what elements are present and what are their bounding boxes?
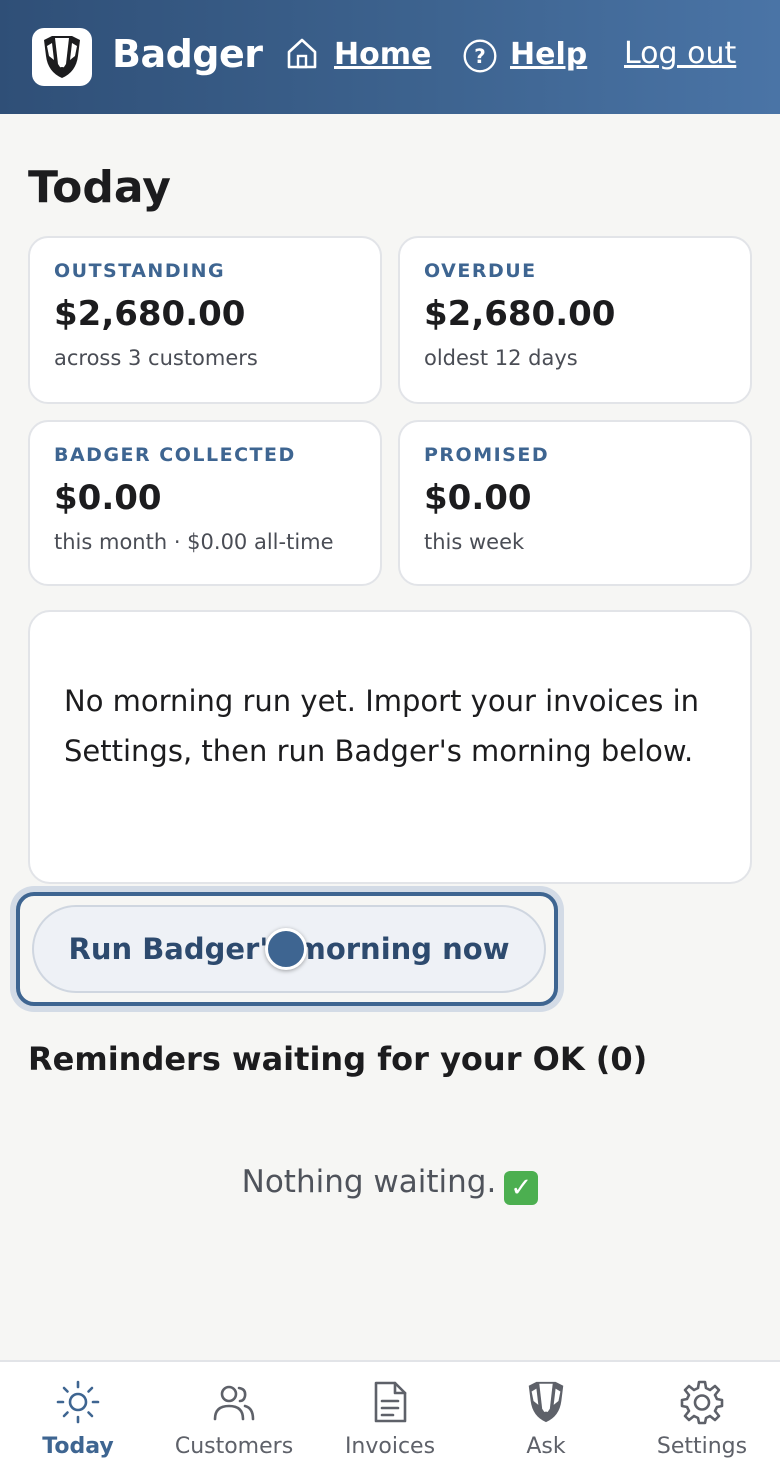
home-icon [286, 36, 322, 72]
stat-value: $0.00 [54, 478, 162, 518]
tab-label: Ask [526, 1434, 566, 1459]
badger-icon [44, 36, 80, 78]
empty-state-text: Nothing waiting. [241, 1164, 497, 1200]
check-mark-icon: ✓ [504, 1171, 539, 1205]
stat-label: OUTSTANDING [54, 260, 226, 282]
tab-label: Customers [174, 1434, 294, 1459]
gear-icon [678, 1378, 726, 1426]
stat-value: $0.00 [424, 478, 532, 518]
brand-name: Badger [112, 32, 263, 76]
stat-label: BADGER COLLECTED [54, 444, 296, 466]
stat-label: OVERDUE [424, 260, 537, 282]
tab-label: Invoices [344, 1434, 436, 1459]
badger-logo[interactable] [32, 28, 92, 86]
app-header: Badger Home ? Help Log out [0, 0, 780, 114]
tab-label: Today [42, 1434, 114, 1459]
stat-subtext: oldest 12 days [424, 346, 578, 370]
svg-text:?: ? [474, 45, 485, 68]
tab-label: Settings [656, 1434, 748, 1459]
tab-today[interactable]: Today [28, 1362, 128, 1480]
nav-help-label: Help [510, 36, 588, 72]
stat-subtext: across 3 customers [54, 346, 258, 370]
stat-card-collected: BADGER COLLECTED $0.00 this month · $0.0… [28, 420, 382, 586]
stat-value: $2,680.00 [54, 294, 246, 334]
nav-home-label: Home [334, 36, 432, 72]
reminders-empty-state: Nothing waiting. ✓ [0, 1164, 780, 1205]
stat-subtext: this month · $0.00 all-time [54, 530, 334, 554]
touch-cursor [265, 928, 307, 970]
morning-run-notice: No morning run yet. Import your invoices… [28, 610, 752, 884]
nav-help-link[interactable]: ? Help [462, 36, 588, 73]
stat-card-outstanding: OUTSTANDING $2,680.00 across 3 customers [28, 236, 382, 404]
tab-customers[interactable]: Customers [164, 1362, 304, 1480]
stat-card-overdue: OVERDUE $2,680.00 oldest 12 days [398, 236, 752, 404]
stat-card-promised: PROMISED $0.00 this week [398, 420, 752, 586]
reminders-heading: Reminders waiting for your OK (0) [28, 1040, 648, 1078]
document-icon [366, 1378, 414, 1426]
sun-icon [54, 1378, 102, 1426]
stat-label: PROMISED [424, 444, 550, 466]
logout-link[interactable]: Log out [624, 36, 736, 71]
notice-text: No morning run yet. Import your invoices… [64, 684, 700, 768]
tab-invoices[interactable]: Invoices [330, 1362, 450, 1480]
stat-value: $2,680.00 [424, 294, 616, 334]
tab-ask[interactable]: Ask [496, 1362, 596, 1480]
page-title: Today [28, 162, 171, 213]
nav-home-link[interactable]: Home [286, 36, 431, 72]
tab-settings[interactable]: Settings [642, 1362, 762, 1480]
badger-icon [522, 1378, 570, 1426]
users-icon [210, 1378, 258, 1426]
bottom-nav: Today Customers Invoices Ask Settings [0, 1360, 780, 1480]
stat-subtext: this week [424, 530, 525, 554]
help-icon: ? [462, 36, 498, 73]
